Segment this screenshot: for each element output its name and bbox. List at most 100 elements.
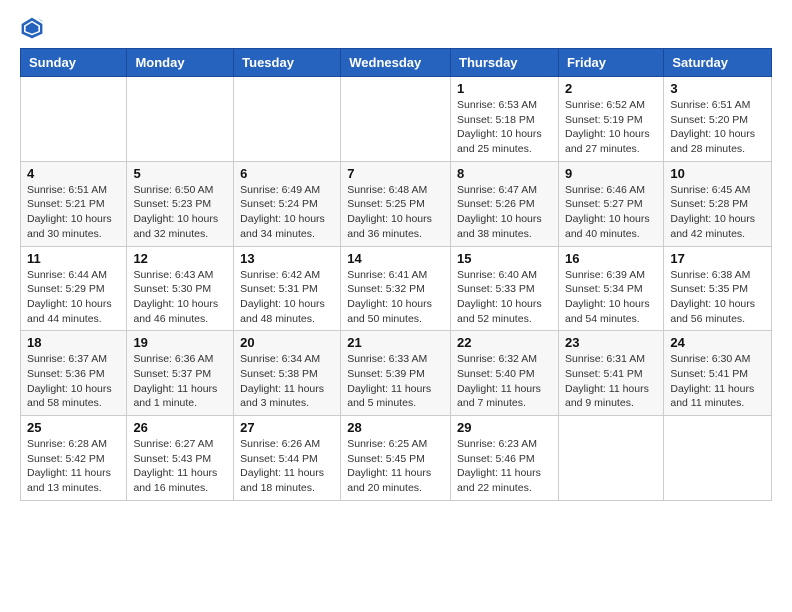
day-cell: 25 Sunrise: 6:28 AM Sunset: 5:42 PM Dayli… [21, 416, 127, 501]
day-number: 5 [133, 166, 227, 181]
day-cell: 3 Sunrise: 6:51 AM Sunset: 5:20 PM Daylig… [664, 77, 772, 162]
day-number: 21 [347, 335, 444, 350]
day-cell: 4Sunrise: 6:51 AM Sunset: 5:21 PM Daylig… [21, 161, 127, 246]
day-info: Sunrise: 6:40 AM Sunset: 5:33 PM Dayligh… [457, 268, 552, 327]
day-header-saturday: Saturday [664, 49, 772, 77]
day-number: 28 [347, 420, 444, 435]
day-info: Sunrise: 6:43 AM Sunset: 5:30 PM Dayligh… [133, 268, 227, 327]
calendar-table: SundayMondayTuesdayWednesdayThursdayFrid… [20, 48, 772, 501]
week-row-0: 1 Sunrise: 6:53 AM Sunset: 5:18 PM Daylig… [21, 77, 772, 162]
day-number: 25 [27, 420, 120, 435]
day-number: 10 [670, 166, 765, 181]
day-header-tuesday: Tuesday [234, 49, 341, 77]
day-info: Sunrise: 6:32 AM Sunset: 5:40 PM Dayligh… [457, 352, 552, 411]
day-info: Sunrise: 6:48 AM Sunset: 5:25 PM Dayligh… [347, 183, 444, 242]
day-info: Sunrise: 6:41 AM Sunset: 5:32 PM Dayligh… [347, 268, 444, 327]
day-number: 17 [670, 251, 765, 266]
day-cell: 26 Sunrise: 6:27 AM Sunset: 5:43 PM Dayli… [127, 416, 234, 501]
day-cell [341, 77, 451, 162]
day-cell: 27Sunrise: 6:26 AM Sunset: 5:44 PM Dayli… [234, 416, 341, 501]
day-info: Sunrise: 6:33 AM Sunset: 5:39 PM Dayligh… [347, 352, 444, 411]
day-number: 8 [457, 166, 552, 181]
day-cell [558, 416, 663, 501]
day-info: Sunrise: 6:36 AM Sunset: 5:37 PM Dayligh… [133, 352, 227, 411]
week-row-4: 25 Sunrise: 6:28 AM Sunset: 5:42 PM Dayli… [21, 416, 772, 501]
day-info: Sunrise: 6:45 AM Sunset: 5:28 PM Dayligh… [670, 183, 765, 242]
day-cell: 5 Sunrise: 6:50 AM Sunset: 5:23 PM Daylig… [127, 161, 234, 246]
day-header-sunday: Sunday [21, 49, 127, 77]
day-cell [234, 77, 341, 162]
day-number: 15 [457, 251, 552, 266]
day-cell: 23 Sunrise: 6:31 AM Sunset: 5:41 PM Dayli… [558, 331, 663, 416]
day-number: 26 [133, 420, 227, 435]
day-cell: 18Sunrise: 6:37 AM Sunset: 5:36 PM Dayli… [21, 331, 127, 416]
calendar-header: SundayMondayTuesdayWednesdayThursdayFrid… [21, 49, 772, 77]
day-info: Sunrise: 6:37 AM Sunset: 5:36 PM Dayligh… [27, 352, 120, 411]
day-info: Sunrise: 6:31 AM Sunset: 5:41 PM Dayligh… [565, 352, 657, 411]
day-cell: 19 Sunrise: 6:36 AM Sunset: 5:37 PM Dayli… [127, 331, 234, 416]
day-cell: 29 Sunrise: 6:23 AM Sunset: 5:46 PM Dayli… [451, 416, 559, 501]
day-number: 11 [27, 251, 120, 266]
day-info: Sunrise: 6:53 AM Sunset: 5:18 PM Dayligh… [457, 98, 552, 157]
day-header-friday: Friday [558, 49, 663, 77]
day-cell: 16 Sunrise: 6:39 AM Sunset: 5:34 PM Dayli… [558, 246, 663, 331]
day-cell: 21 Sunrise: 6:33 AM Sunset: 5:39 PM Dayli… [341, 331, 451, 416]
day-number: 29 [457, 420, 552, 435]
day-info: Sunrise: 6:52 AM Sunset: 5:19 PM Dayligh… [565, 98, 657, 157]
week-row-1: 4Sunrise: 6:51 AM Sunset: 5:21 PM Daylig… [21, 161, 772, 246]
day-number: 23 [565, 335, 657, 350]
day-info: Sunrise: 6:30 AM Sunset: 5:41 PM Dayligh… [670, 352, 765, 411]
day-number: 24 [670, 335, 765, 350]
logo-icon [20, 16, 44, 40]
header [20, 16, 772, 40]
day-header-wednesday: Wednesday [341, 49, 451, 77]
day-cell: 22 Sunrise: 6:32 AM Sunset: 5:40 PM Dayli… [451, 331, 559, 416]
header-row: SundayMondayTuesdayWednesdayThursdayFrid… [21, 49, 772, 77]
day-cell: 13Sunrise: 6:42 AM Sunset: 5:31 PM Dayli… [234, 246, 341, 331]
day-cell: 8 Sunrise: 6:47 AM Sunset: 5:26 PM Daylig… [451, 161, 559, 246]
day-number: 19 [133, 335, 227, 350]
day-info: Sunrise: 6:46 AM Sunset: 5:27 PM Dayligh… [565, 183, 657, 242]
day-info: Sunrise: 6:39 AM Sunset: 5:34 PM Dayligh… [565, 268, 657, 327]
week-row-2: 11 Sunrise: 6:44 AM Sunset: 5:29 PM Dayli… [21, 246, 772, 331]
day-cell: 10 Sunrise: 6:45 AM Sunset: 5:28 PM Dayli… [664, 161, 772, 246]
day-cell: 7 Sunrise: 6:48 AM Sunset: 5:25 PM Daylig… [341, 161, 451, 246]
day-number: 3 [670, 81, 765, 96]
day-cell: 2 Sunrise: 6:52 AM Sunset: 5:19 PM Daylig… [558, 77, 663, 162]
day-number: 6 [240, 166, 334, 181]
day-info: Sunrise: 6:44 AM Sunset: 5:29 PM Dayligh… [27, 268, 120, 327]
day-number: 1 [457, 81, 552, 96]
day-info: Sunrise: 6:28 AM Sunset: 5:42 PM Dayligh… [27, 437, 120, 496]
day-number: 2 [565, 81, 657, 96]
day-cell: 20 Sunrise: 6:34 AM Sunset: 5:38 PM Dayli… [234, 331, 341, 416]
day-cell: 12Sunrise: 6:43 AM Sunset: 5:30 PM Dayli… [127, 246, 234, 331]
day-cell: 14Sunrise: 6:41 AM Sunset: 5:32 PM Dayli… [341, 246, 451, 331]
day-number: 20 [240, 335, 334, 350]
day-header-thursday: Thursday [451, 49, 559, 77]
day-info: Sunrise: 6:49 AM Sunset: 5:24 PM Dayligh… [240, 183, 334, 242]
day-cell [21, 77, 127, 162]
day-info: Sunrise: 6:51 AM Sunset: 5:21 PM Dayligh… [27, 183, 120, 242]
day-cell: 28 Sunrise: 6:25 AM Sunset: 5:45 PM Dayli… [341, 416, 451, 501]
day-info: Sunrise: 6:23 AM Sunset: 5:46 PM Dayligh… [457, 437, 552, 496]
calendar-body: 1 Sunrise: 6:53 AM Sunset: 5:18 PM Daylig… [21, 77, 772, 501]
day-number: 22 [457, 335, 552, 350]
day-cell: 24 Sunrise: 6:30 AM Sunset: 5:41 PM Dayli… [664, 331, 772, 416]
page: SundayMondayTuesdayWednesdayThursdayFrid… [0, 0, 792, 511]
day-info: Sunrise: 6:50 AM Sunset: 5:23 PM Dayligh… [133, 183, 227, 242]
day-info: Sunrise: 6:27 AM Sunset: 5:43 PM Dayligh… [133, 437, 227, 496]
day-number: 16 [565, 251, 657, 266]
day-number: 7 [347, 166, 444, 181]
day-info: Sunrise: 6:47 AM Sunset: 5:26 PM Dayligh… [457, 183, 552, 242]
day-cell: 11 Sunrise: 6:44 AM Sunset: 5:29 PM Dayli… [21, 246, 127, 331]
day-cell: 6 Sunrise: 6:49 AM Sunset: 5:24 PM Daylig… [234, 161, 341, 246]
day-info: Sunrise: 6:51 AM Sunset: 5:20 PM Dayligh… [670, 98, 765, 157]
day-cell [127, 77, 234, 162]
day-info: Sunrise: 6:25 AM Sunset: 5:45 PM Dayligh… [347, 437, 444, 496]
day-cell: 1 Sunrise: 6:53 AM Sunset: 5:18 PM Daylig… [451, 77, 559, 162]
day-number: 27 [240, 420, 334, 435]
day-header-monday: Monday [127, 49, 234, 77]
day-info: Sunrise: 6:34 AM Sunset: 5:38 PM Dayligh… [240, 352, 334, 411]
day-info: Sunrise: 6:42 AM Sunset: 5:31 PM Dayligh… [240, 268, 334, 327]
day-number: 9 [565, 166, 657, 181]
